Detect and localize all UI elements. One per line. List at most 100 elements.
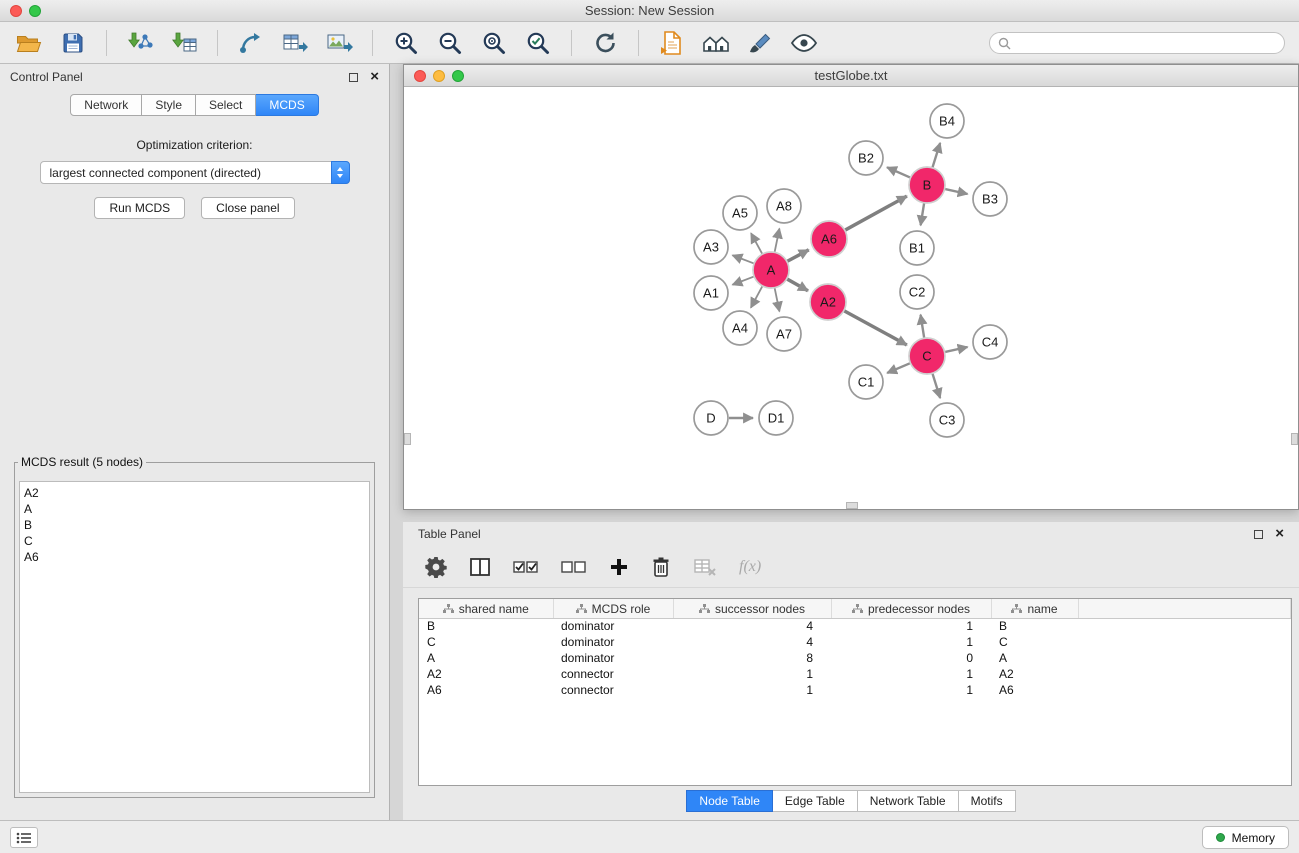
close-panel-icon[interactable]: × <box>370 72 379 82</box>
save-session-button[interactable] <box>56 27 90 59</box>
delete-table-button[interactable] <box>693 557 717 577</box>
show-hide-button[interactable] <box>787 27 821 59</box>
float-table-panel-icon[interactable] <box>1254 530 1263 539</box>
float-panel-icon[interactable] <box>349 73 358 82</box>
table-cell[interactable]: 8 <box>673 650 831 666</box>
table-cell[interactable]: B <box>419 618 553 634</box>
open-document-button[interactable] <box>655 27 689 59</box>
table-cell[interactable]: A <box>991 650 1078 666</box>
edge-A-A4[interactable] <box>751 286 763 308</box>
table-cell[interactable]: dominator <box>553 634 673 650</box>
table-row[interactable]: Bdominator41B <box>419 618 1291 634</box>
node-B4[interactable]: B4 <box>930 104 964 138</box>
node-D[interactable]: D <box>694 401 728 435</box>
close-table-panel-icon[interactable]: × <box>1275 529 1284 539</box>
node-B1[interactable]: B1 <box>900 231 934 265</box>
refresh-layout-button[interactable] <box>588 27 622 59</box>
zoom-window-button[interactable] <box>29 5 41 17</box>
network-canvas[interactable]: AA1A2A3A4A5A6A7A8BB1B2B3B4CC1C2C3C4DD1 <box>404 87 1298 509</box>
tab-edge-table[interactable]: Edge Table <box>773 790 858 812</box>
table-settings-button[interactable] <box>425 556 447 578</box>
zoom-in-button[interactable] <box>389 27 423 59</box>
annotation-button[interactable] <box>743 27 777 59</box>
table-cell[interactable]: A2 <box>419 666 553 682</box>
mcds-result-item[interactable]: A <box>24 501 369 517</box>
edge-A-A2[interactable] <box>787 279 808 291</box>
network-window-titlebar[interactable]: testGlobe.txt <box>404 65 1298 87</box>
edge-C-C3[interactable] <box>932 373 940 398</box>
mcds-result-item[interactable]: C <box>24 533 369 549</box>
tab-style[interactable]: Style <box>142 94 196 116</box>
export-table-button[interactable] <box>278 27 312 59</box>
table-cell[interactable]: 1 <box>673 666 831 682</box>
edge-A-A1[interactable] <box>732 276 754 284</box>
edge-A-A5[interactable] <box>751 233 762 254</box>
node-A3[interactable]: A3 <box>694 230 728 264</box>
export-image-button[interactable] <box>322 27 356 59</box>
table-cell[interactable]: 1 <box>831 682 991 698</box>
table-cell[interactable]: 4 <box>673 618 831 634</box>
mcds-result-item[interactable]: A6 <box>24 549 369 565</box>
memory-button[interactable]: Memory <box>1202 826 1289 849</box>
tab-node-table[interactable]: Node Table <box>686 790 773 812</box>
mcds-result-list[interactable]: A2ABCA6 <box>19 481 370 793</box>
node-A7[interactable]: A7 <box>767 317 801 351</box>
table-cell[interactable]: connector <box>553 682 673 698</box>
table-row[interactable]: Cdominator41C <box>419 634 1291 650</box>
table-cell[interactable]: 1 <box>673 682 831 698</box>
node-C[interactable]: C <box>909 338 945 374</box>
column-header-successor-nodes[interactable]: successor nodes <box>673 599 831 618</box>
tab-network[interactable]: Network <box>70 94 142 116</box>
node-A4[interactable]: A4 <box>723 311 757 345</box>
edge-A6-B[interactable] <box>845 196 907 230</box>
edge-B-B2[interactable] <box>887 167 911 177</box>
table-cell[interactable]: 1 <box>831 634 991 650</box>
edge-B-B3[interactable] <box>945 189 968 194</box>
node-C2[interactable]: C2 <box>900 275 934 309</box>
resize-handle[interactable] <box>1291 433 1298 445</box>
run-mcds-button[interactable]: Run MCDS <box>94 197 185 219</box>
edge-A-A7[interactable] <box>775 288 780 312</box>
home-button[interactable] <box>699 27 733 59</box>
close-window-button[interactable] <box>10 5 22 17</box>
table-cell[interactable]: C <box>419 634 553 650</box>
task-history-button[interactable] <box>10 827 38 848</box>
function-builder-button[interactable]: f(x) <box>739 559 761 575</box>
column-header-predecessor-nodes[interactable]: predecessor nodes <box>831 599 991 618</box>
edge-C-C1[interactable] <box>887 363 910 373</box>
table-cell[interactable]: A <box>419 650 553 666</box>
edge-A2-C[interactable] <box>844 311 907 345</box>
table-row[interactable]: A2connector11A2 <box>419 666 1291 682</box>
table-cell[interactable]: A2 <box>991 666 1078 682</box>
search-input[interactable] <box>989 32 1285 54</box>
node-A6[interactable]: A6 <box>811 221 847 257</box>
table-cell[interactable]: 1 <box>831 618 991 634</box>
table-cell[interactable]: 1 <box>831 666 991 682</box>
optimization-criterion-dropdown[interactable]: largest connected component (directed) <box>40 161 350 184</box>
table-cell[interactable]: 0 <box>831 650 991 666</box>
import-table-button[interactable] <box>167 27 201 59</box>
edge-A-A6[interactable] <box>787 250 809 262</box>
mcds-result-item[interactable]: B <box>24 517 369 533</box>
delete-column-button[interactable] <box>651 556 671 578</box>
column-header-shared-name[interactable]: shared name <box>419 599 553 618</box>
resize-handle[interactable] <box>846 502 858 509</box>
node-A[interactable]: A <box>753 252 789 288</box>
node-A8[interactable]: A8 <box>767 189 801 223</box>
edge-C-C2[interactable] <box>921 315 925 338</box>
mcds-result-item[interactable]: A2 <box>24 485 369 501</box>
zoom-out-button[interactable] <box>433 27 467 59</box>
tab-select[interactable]: Select <box>196 94 256 116</box>
node-B2[interactable]: B2 <box>849 141 883 175</box>
add-column-button[interactable] <box>609 557 629 577</box>
table-cell[interactable]: A6 <box>419 682 553 698</box>
table-cell[interactable]: dominator <box>553 650 673 666</box>
share-network-button[interactable] <box>234 27 268 59</box>
node-C3[interactable]: C3 <box>930 403 964 437</box>
node-C4[interactable]: C4 <box>973 325 1007 359</box>
tab-mcds[interactable]: MCDS <box>256 94 318 116</box>
zoom-selected-button[interactable] <box>521 27 555 59</box>
edge-B-B4[interactable] <box>932 143 940 168</box>
table-cell[interactable]: connector <box>553 666 673 682</box>
table-row[interactable]: Adominator80A <box>419 650 1291 666</box>
